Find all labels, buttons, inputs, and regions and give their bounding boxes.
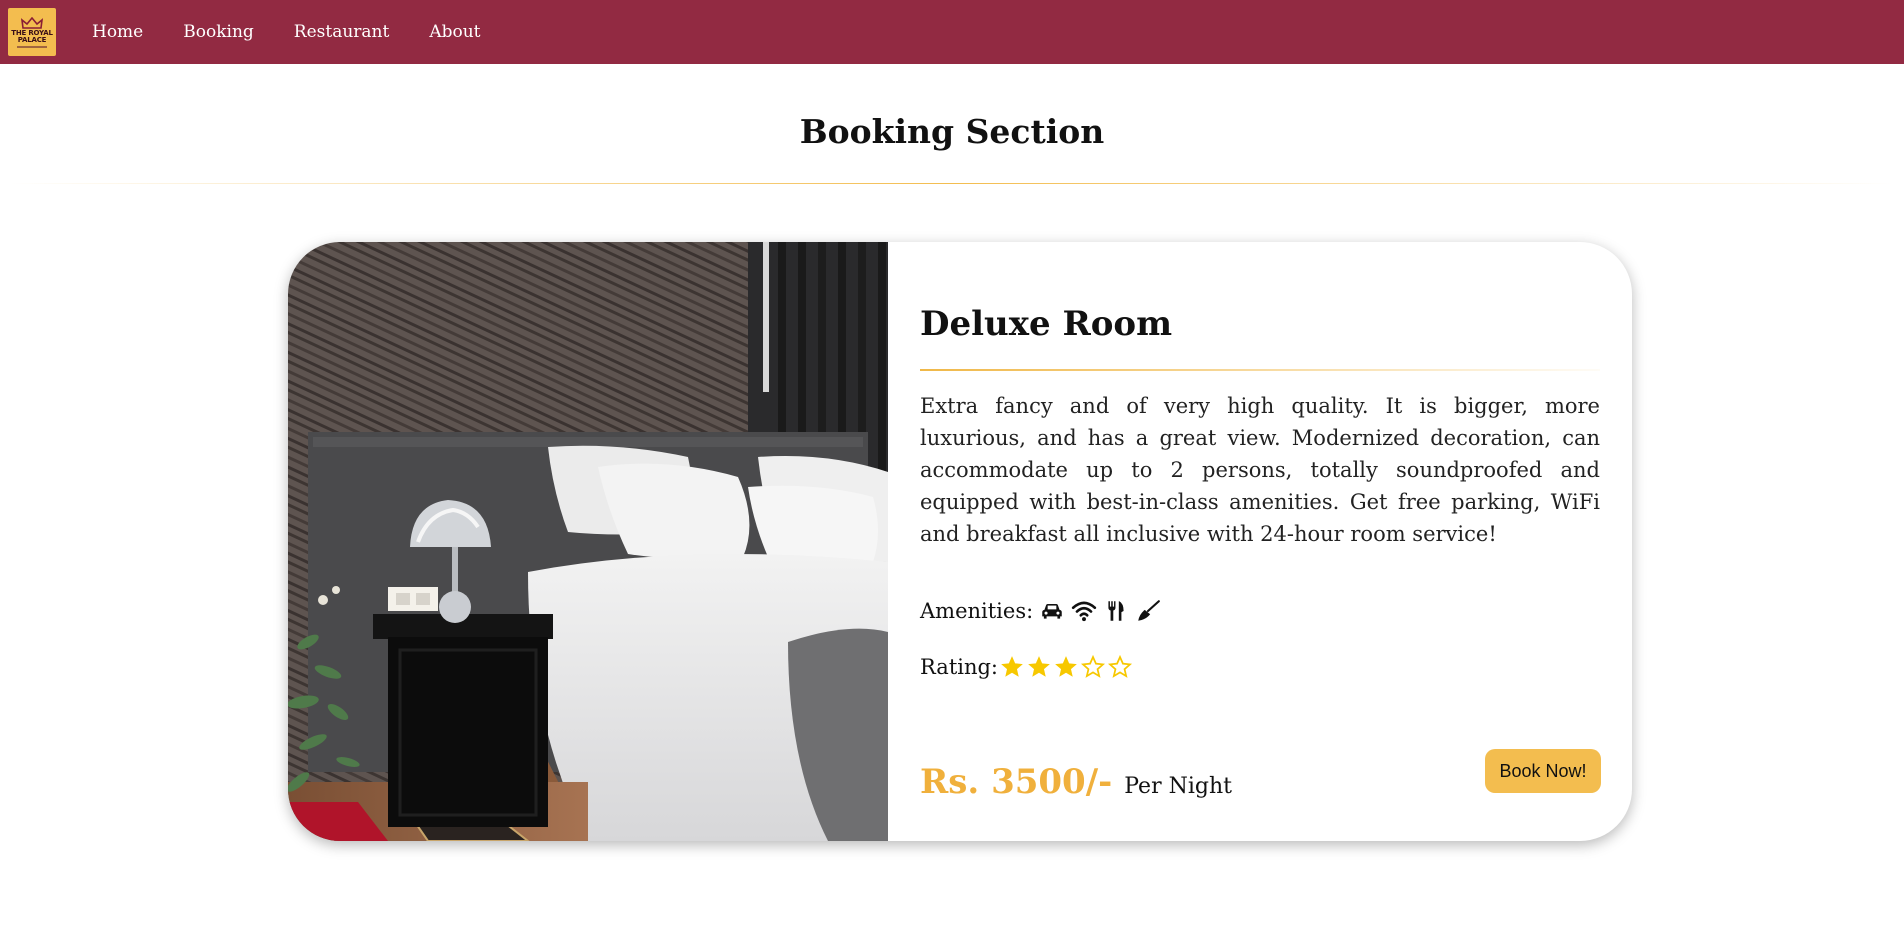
utensils-icon — [1108, 601, 1124, 621]
star-filled-icon — [1001, 656, 1023, 677]
nav-links: Home Booking Restaurant About — [92, 0, 521, 64]
page-title: Booking Section — [799, 112, 1105, 151]
nav-booking[interactable]: Booking — [183, 22, 254, 42]
rating-row: Rating: — [920, 654, 1133, 680]
rating-label: Rating: — [920, 655, 999, 679]
room-card: Deluxe Room Extra fancy and of very high… — [288, 242, 1632, 841]
nav-about[interactable]: About — [429, 22, 480, 42]
star-filled-icon — [1028, 656, 1050, 677]
nav-home[interactable]: Home — [92, 22, 143, 42]
price-row: Rs. 3500/- Per Night — [920, 762, 1232, 802]
room-title-underline — [920, 369, 1600, 371]
room-photo-illustration — [288, 242, 888, 841]
broom-icon — [1138, 600, 1161, 621]
book-now-button[interactable]: Book Now! — [1485, 749, 1601, 793]
amenities-row: Amenities: — [920, 598, 1161, 624]
room-description: Extra fancy and of very high quality. It… — [920, 394, 1600, 546]
nav-restaurant[interactable]: Restaurant — [294, 22, 390, 42]
star-empty-icon — [1080, 654, 1106, 678]
navbar: THE ROYAL PALACE Home Booking Restaurant… — [0, 0, 1904, 64]
car-icon — [1042, 603, 1062, 619]
crown-icon — [21, 16, 43, 29]
logo-text-line2: PALACE — [17, 35, 47, 44]
section-divider — [10, 183, 1894, 184]
room-title: Deluxe Room — [920, 304, 1173, 344]
logo-tagline — [17, 45, 47, 48]
amenities-label: Amenities: — [920, 599, 1034, 623]
star-empty-icon — [1107, 654, 1133, 678]
wifi-icon — [1072, 601, 1097, 622]
star-filled-icon — [1055, 656, 1077, 677]
room-photo — [288, 242, 888, 841]
room-price: Rs. 3500/- — [920, 762, 1113, 802]
price-unit: Per Night — [1124, 774, 1232, 799]
brand-logo[interactable]: THE ROYAL PALACE — [8, 8, 56, 56]
